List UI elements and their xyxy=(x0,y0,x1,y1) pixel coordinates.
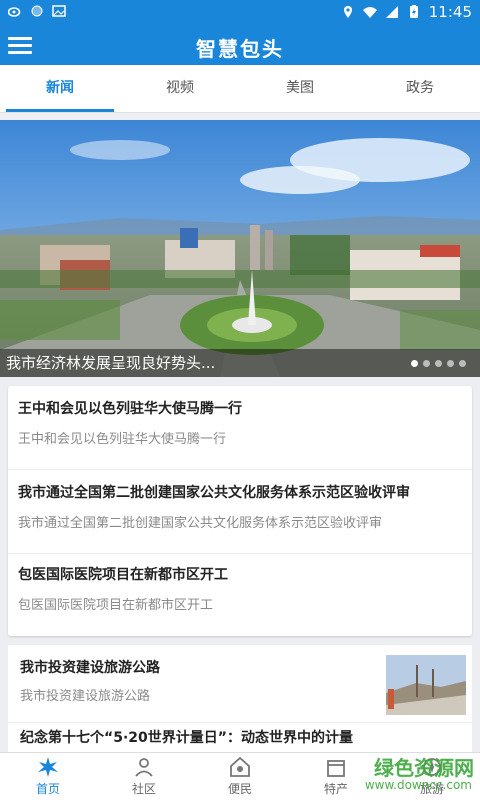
home-icon xyxy=(38,757,58,777)
banner-caption: 我市经济林发展呈现良好势头... xyxy=(0,349,480,377)
banner-carousel[interactable]: 我市经济林发展呈现良好势头... xyxy=(0,120,480,377)
app-bar: 智慧包头 xyxy=(0,25,480,65)
news-item[interactable]: 包医国际医院项目在新都市区开工 包医国际医院项目在新都市区开工 xyxy=(8,554,472,636)
app-title: 智慧包头 xyxy=(196,37,284,61)
news-item[interactable]: 我市通过全国第二批创建国家公共文化服务体系示范区验收评审 我市通过全国第二批创建… xyxy=(8,470,472,554)
status-time: 11:45 xyxy=(428,3,472,21)
carousel-dot xyxy=(459,360,466,367)
news-title: 王中和会见以色列驻华大使马腾一行 xyxy=(18,401,242,417)
tab-government[interactable]: 政务 xyxy=(360,65,480,112)
location-icon xyxy=(343,6,352,18)
nav-label: 便民 xyxy=(227,782,252,796)
nav-label: 特产 xyxy=(323,782,348,796)
news-list-secondary: 我市投资建设旅游公路 我市投资建设旅游公路 纪念第十七个“5·20世界计量日”：… xyxy=(8,645,472,755)
carousel-indicator xyxy=(411,360,466,367)
tab-news[interactable]: 新闻 xyxy=(0,65,120,112)
wifi-icon xyxy=(362,7,377,18)
news-card: 王中和会见以色列驻华大使马腾一行 王中和会见以色列驻华大使马腾一行 我市通过全国… xyxy=(8,386,472,636)
news-summary: 王中和会见以色列驻华大使马腾一行 xyxy=(18,432,227,447)
app-notification-icon xyxy=(31,5,43,17)
watermark-name: 绿色资源网 xyxy=(374,756,474,780)
weibo-icon xyxy=(8,7,21,17)
watermark-url: www.downcc.com xyxy=(364,778,472,792)
site-watermark: 绿色资源网 www.downcc.com xyxy=(356,752,474,798)
nav-home[interactable]: 首页 xyxy=(0,753,96,800)
status-bar: 11:45 xyxy=(0,0,480,25)
banner-image xyxy=(0,120,480,377)
news-thumbnail xyxy=(386,655,466,715)
carousel-dot xyxy=(447,360,454,367)
battery-icon xyxy=(409,5,418,18)
nav-label: 社区 xyxy=(131,782,156,796)
nav-services[interactable]: 便民 xyxy=(192,753,288,800)
news-item[interactable]: 纪念第十七个“5·20世界计量日”：动态世界中的计量 xyxy=(8,723,472,755)
news-item-with-thumb[interactable]: 我市投资建设旅游公路 我市投资建设旅游公路 xyxy=(8,645,472,723)
tab-photos[interactable]: 美图 xyxy=(240,65,360,112)
news-title: 我市投资建设旅游公路 xyxy=(20,660,160,676)
news-title: 包医国际医院项目在新都市区开工 xyxy=(18,567,228,583)
news-title: 我市通过全国第二批创建国家公共文化服务体系示范区验收评审 xyxy=(18,485,410,501)
signal-icon xyxy=(385,6,398,18)
nav-community[interactable]: 社区 xyxy=(96,753,192,800)
category-tabs: 新闻 视频 美图 政务 xyxy=(0,65,480,113)
image-notification-icon xyxy=(52,5,66,17)
services-icon xyxy=(230,756,250,777)
carousel-dot xyxy=(423,360,430,367)
news-summary: 我市投资建设旅游公路 xyxy=(20,689,151,704)
community-icon xyxy=(135,758,153,777)
nav-label: 首页 xyxy=(35,782,60,796)
specialties-icon xyxy=(327,760,345,777)
carousel-dot xyxy=(435,360,442,367)
tab-video[interactable]: 视频 xyxy=(120,65,240,112)
news-summary: 包医国际医院项目在新都市区开工 xyxy=(18,598,214,613)
news-title: 纪念第十七个“5·20世界计量日”：动态世界中的计量 xyxy=(20,730,353,746)
carousel-dot xyxy=(411,360,418,367)
news-summary: 我市通过全国第二批创建国家公共文化服务体系示范区验收评审 xyxy=(18,516,383,531)
news-item[interactable]: 王中和会见以色列驻华大使马腾一行 王中和会见以色列驻华大使马腾一行 xyxy=(8,386,472,470)
